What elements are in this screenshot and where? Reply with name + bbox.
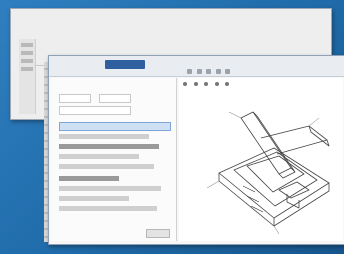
tab-3[interactable] — [149, 60, 155, 69]
tab-1[interactable] — [57, 60, 63, 69]
front-window-title — [195, 59, 305, 67]
desktop-background — [0, 0, 344, 254]
panel-row — [59, 176, 119, 181]
toolbar-icon[interactable] — [187, 69, 192, 74]
front-window[interactable] — [48, 55, 344, 245]
sidebar-item[interactable] — [21, 67, 33, 71]
toolbar-icon[interactable] — [225, 69, 231, 74]
back-window-sidebar — [19, 39, 36, 114]
ribbon-toolbar — [187, 69, 233, 75]
panel-footer-label — [57, 230, 97, 236]
panel-row — [59, 196, 129, 201]
panel-row — [59, 164, 154, 169]
panel-row — [59, 206, 157, 211]
panel-row — [59, 186, 161, 191]
sidebar-item[interactable] — [21, 51, 33, 55]
panel-field[interactable] — [59, 94, 91, 103]
toolbar-icon[interactable] — [196, 69, 202, 74]
panel-row — [59, 154, 139, 159]
panel-selected-row[interactable] — [59, 122, 171, 131]
panel-button[interactable] — [146, 229, 170, 238]
sidebar-item[interactable] — [21, 43, 33, 47]
tab-active[interactable] — [105, 60, 145, 69]
canvas-scale-label — [315, 230, 339, 237]
toolbar-icon[interactable] — [206, 69, 212, 74]
sidebar-item[interactable] — [21, 59, 33, 63]
ribbon — [49, 56, 344, 77]
cad-drawing — [206, 111, 330, 235]
panel-row — [59, 144, 159, 149]
panel-field[interactable] — [99, 94, 131, 103]
toolbar-icon[interactable] — [215, 69, 221, 74]
drawing-canvas[interactable] — [179, 78, 343, 241]
panel-header — [97, 82, 137, 88]
panel-row — [59, 134, 149, 139]
panel-field[interactable] — [59, 106, 131, 115]
back-window-title — [39, 27, 229, 34]
properties-panel — [51, 78, 177, 241]
